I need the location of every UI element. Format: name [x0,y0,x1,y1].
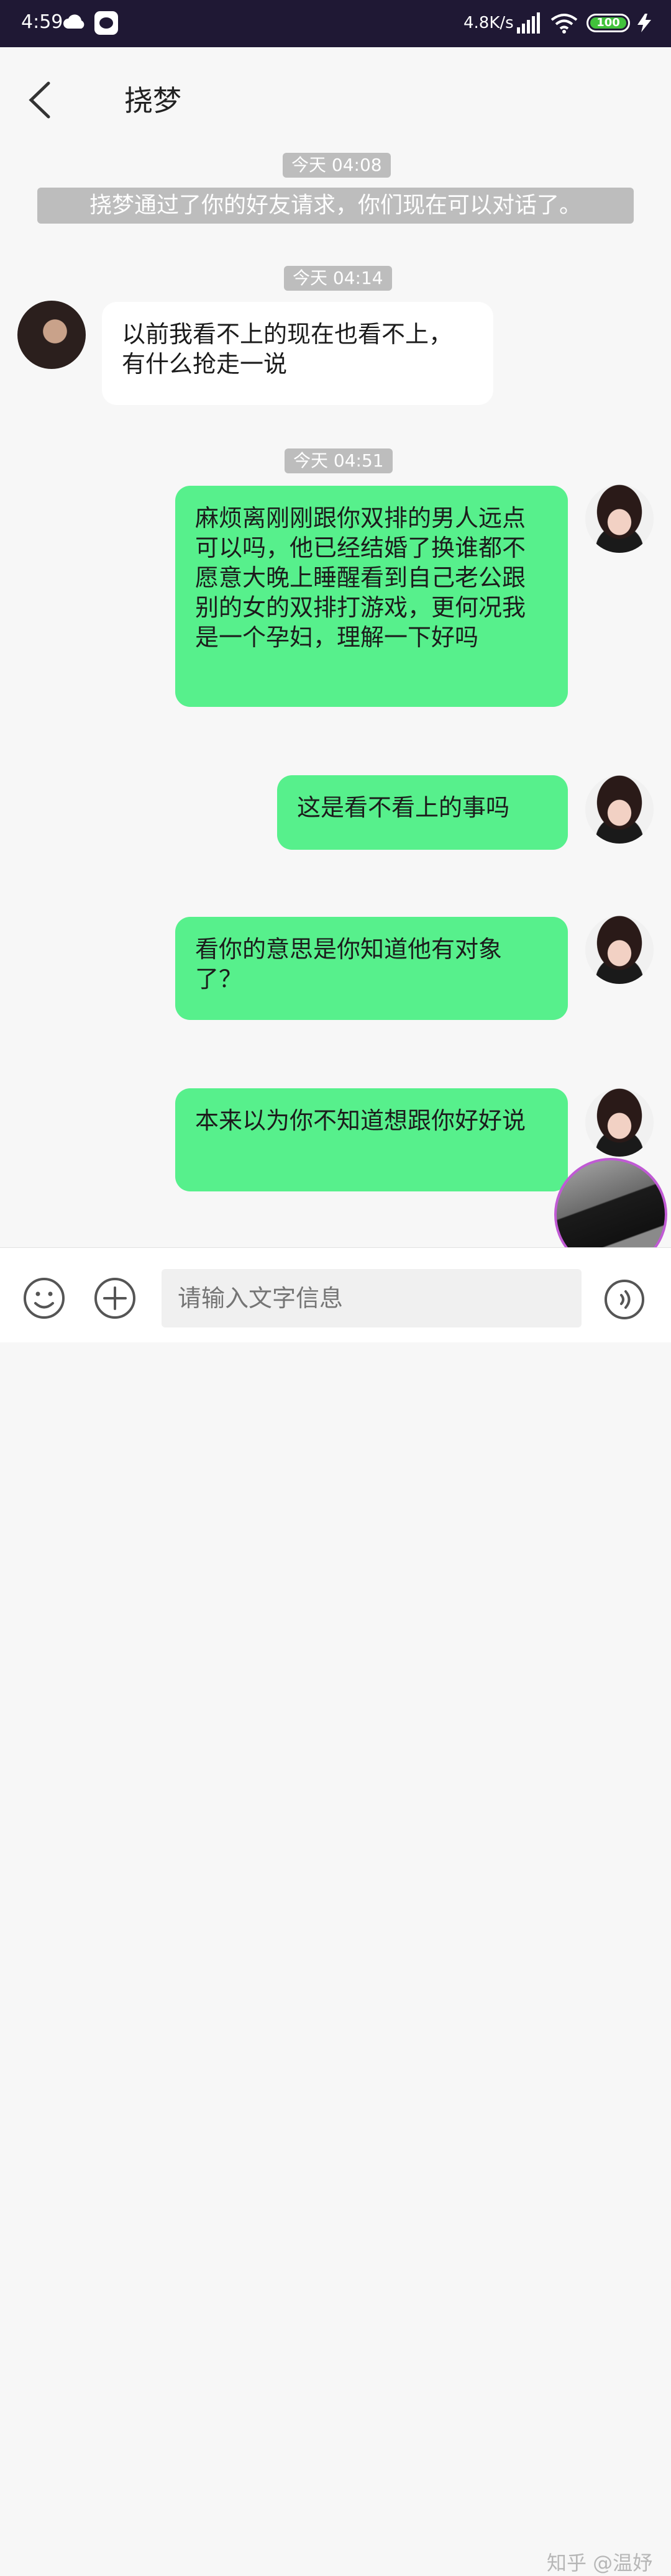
chevron-left-icon[interactable] [25,78,56,122]
system-notice: 挠梦通过了你的好友请求，你们现在可以对话了。 [37,188,634,224]
network-speed: 4.8K/s [463,14,514,32]
watermark: 知乎 @温妤 [547,2551,653,2575]
chat-header: 挠梦 [0,47,671,147]
plus-icon[interactable] [93,1277,137,1320]
contact-avatar[interactable] [17,301,86,369]
battery-level: 100 [590,17,626,29]
message-input[interactable] [162,1269,582,1327]
sent-message-bubble: 麻烦离刚刚跟你双排的男人远点可以吗，他已经结婚了换谁都不愿意大晚上睡醒看到自己老… [175,486,568,707]
wifi-icon [550,14,578,34]
status-bar: 4:59 4.8K/s 100 [0,0,671,47]
signal-hd-icon [517,12,540,34]
voice-icon[interactable] [604,1279,645,1320]
page-title: 挠梦 [124,84,181,117]
sent-message-bubble: 看你的意思是你知道他有对象了？ [175,917,568,1020]
my-avatar[interactable] [585,1088,654,1157]
status-time: 4:59 [21,11,63,33]
my-avatar[interactable] [585,775,654,844]
charging-icon [637,14,651,32]
sent-message-bubble: 本来以为你不知道想跟你好好说 [175,1088,568,1191]
app-icon [94,11,118,35]
sent-message-bubble: 这是看不看上的事吗 [277,775,568,850]
timestamp: 今天 04:14 [284,266,392,291]
timestamp: 今天 04:08 [283,153,391,178]
my-avatar[interactable] [585,485,654,553]
battery-icon: 100 [587,14,630,32]
input-bar: 知乎 @温妤 [0,1247,671,2575]
timestamp: 今天 04:51 [285,448,393,473]
emoji-icon[interactable] [22,1277,66,1320]
cloud-icon [63,14,84,29]
my-avatar[interactable] [585,916,654,984]
received-message-bubble: 以前我看不上的现在也看不上，有什么抢走一说 [102,302,493,405]
